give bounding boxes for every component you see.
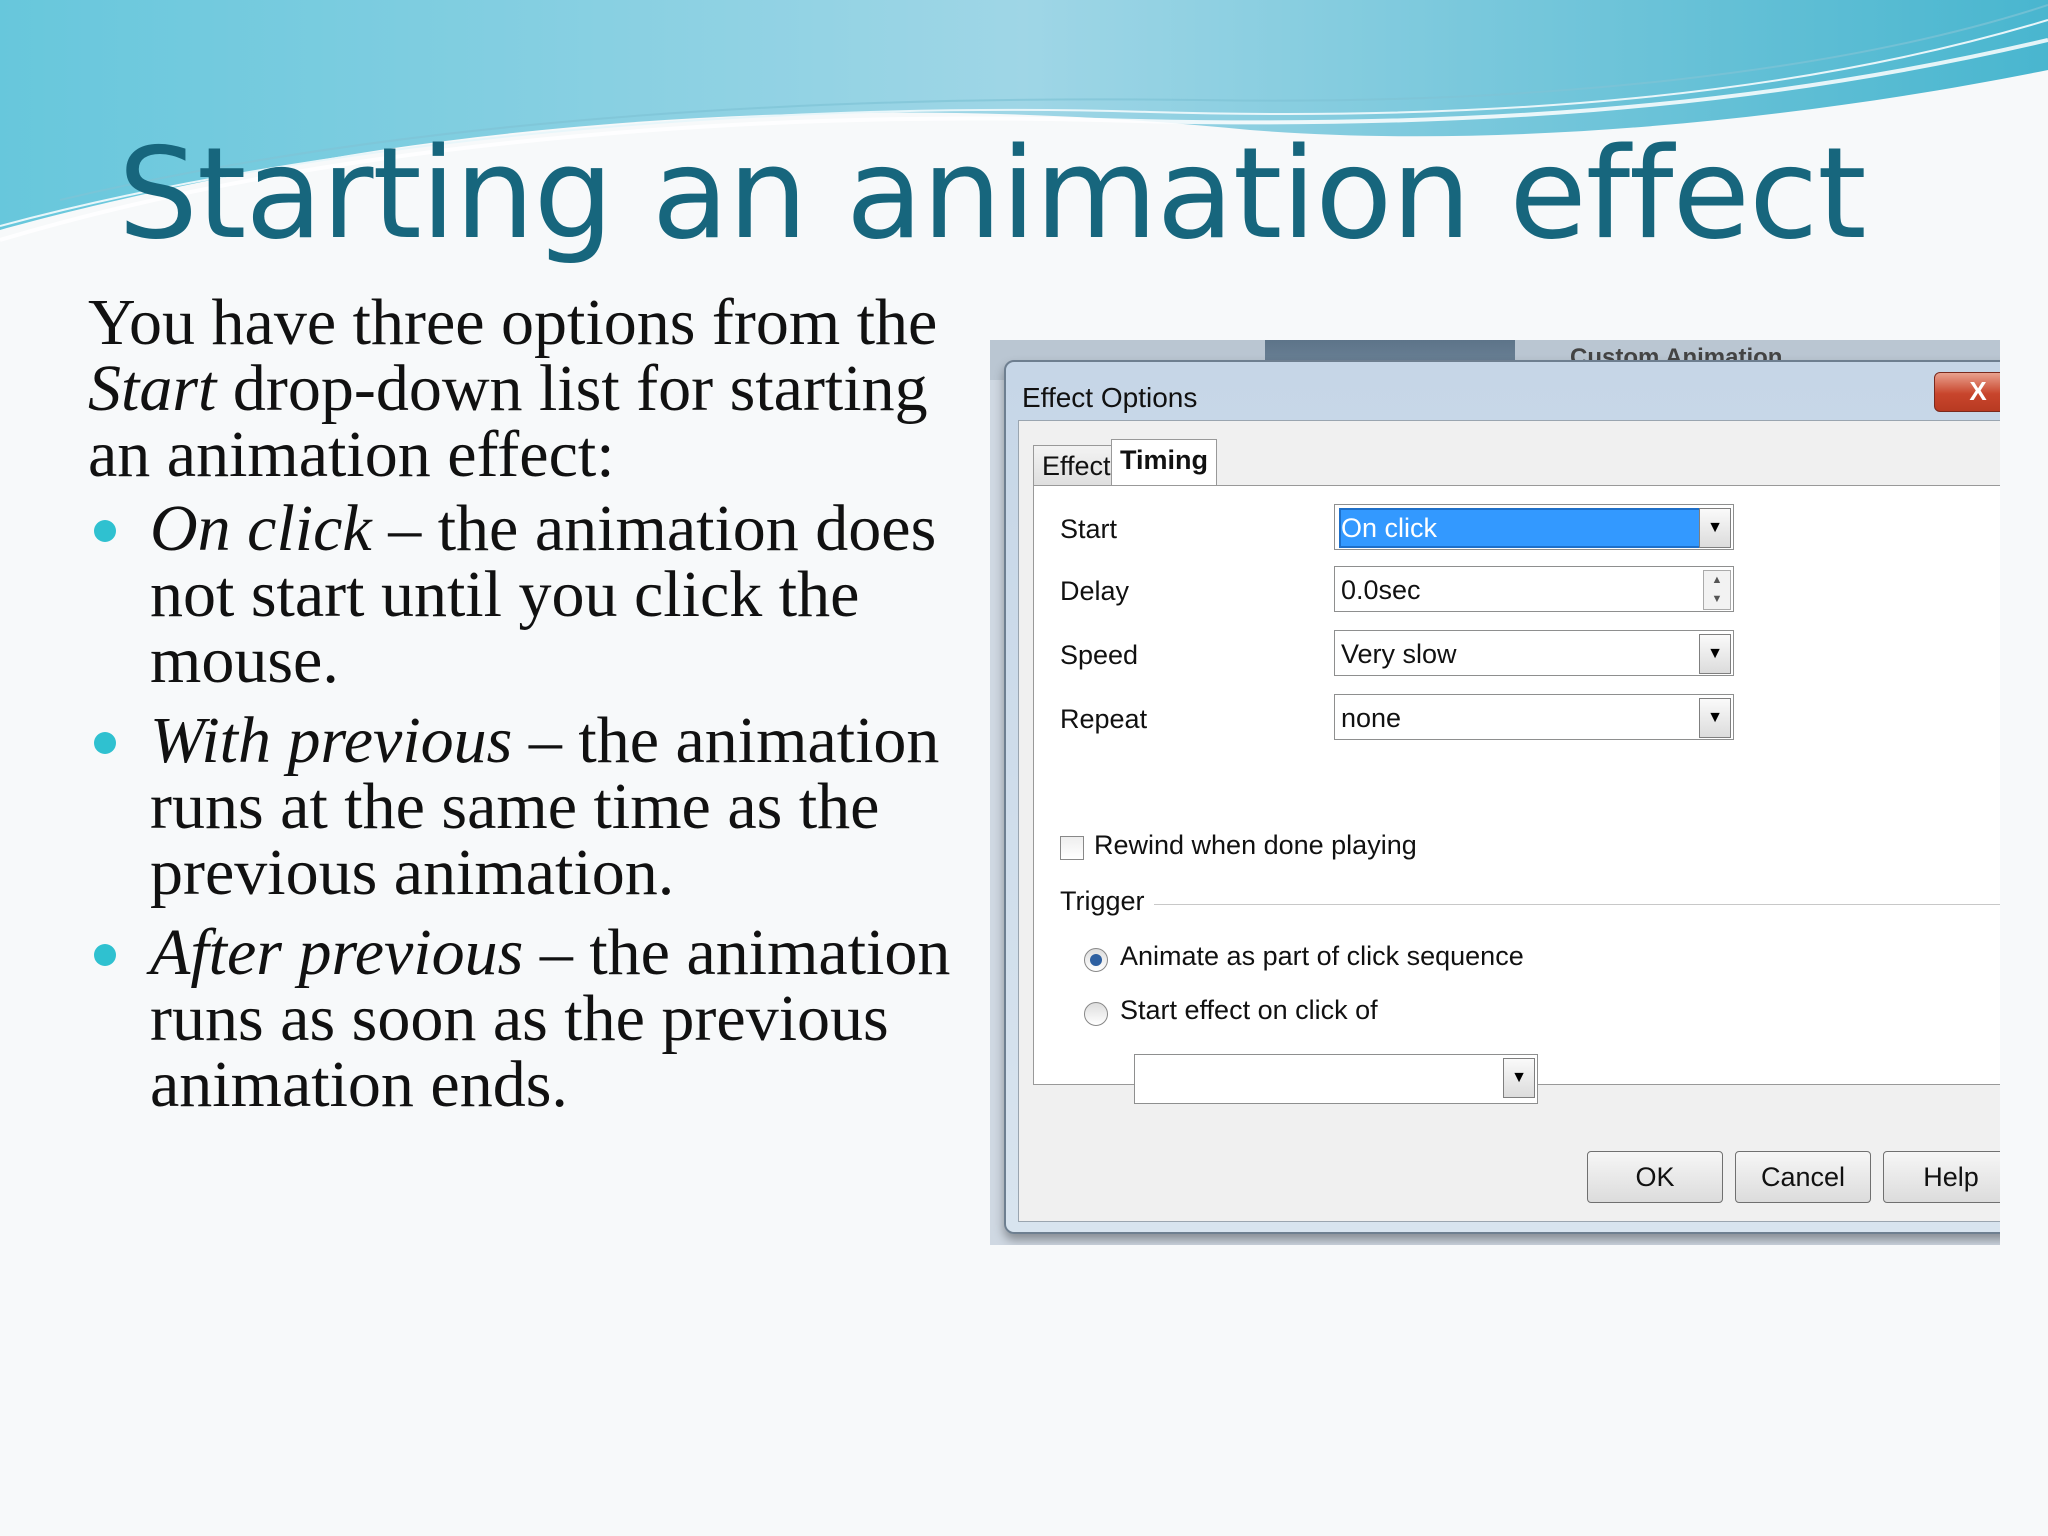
trigger-divider	[1154, 904, 2000, 905]
speed-label: Speed	[1060, 640, 1139, 670]
radio-start-label[interactable]: Start effect on click of	[1120, 995, 1378, 1026]
chevron-down-icon[interactable]: ▼	[1699, 508, 1731, 548]
delay-spinner[interactable]: 0.0sec ▲ ▼	[1334, 566, 1734, 612]
dialog-title: Effect Options	[1022, 382, 1198, 413]
bullet-dot	[94, 520, 116, 542]
list-item: With previous – the animation runs at th…	[88, 708, 968, 906]
start-label: Start	[1060, 514, 1118, 544]
timing-panel: Start On click ▼ Delay 0.0sec ▲ ▼ Speed V…	[1033, 485, 2000, 1104]
intro-paragraph: You have three options from the Start dr…	[88, 290, 968, 488]
chevron-down-icon[interactable]: ▼	[1503, 1058, 1535, 1098]
repeat-value: none	[1341, 703, 1402, 733]
effect-options-screenshot: Custom Animation Effect Options X Effect…	[990, 340, 2000, 1245]
bullet-dot	[94, 944, 116, 966]
start-dropdown[interactable]: On click ▼	[1334, 504, 1734, 550]
start-value: On click	[1341, 510, 1705, 546]
dialog-client-area: Effect Timing Start On click ▼ Delay 0.0…	[1018, 420, 2000, 1222]
speed-dropdown[interactable]: Very slow ▼	[1334, 630, 1734, 676]
option-term: After previous	[150, 916, 524, 989]
list-item: On click – the animation does not start …	[88, 496, 968, 694]
repeat-label: Repeat	[1060, 704, 1148, 734]
options-list: On click – the animation does not start …	[88, 496, 968, 1118]
tab-timing[interactable]: Timing	[1111, 439, 1218, 488]
tab-effect[interactable]: Effect	[1033, 445, 1120, 486]
radio-animate-label[interactable]: Animate as part of click sequence	[1120, 941, 1524, 972]
close-button[interactable]: X	[1934, 372, 2000, 412]
bullet-dot	[94, 732, 116, 754]
spin-arrows-icon[interactable]: ▲ ▼	[1703, 570, 1731, 610]
help-button[interactable]: Help	[1883, 1151, 2000, 1203]
rewind-label[interactable]: Rewind when done playing	[1094, 830, 1417, 861]
delay-value: 0.0sec	[1341, 575, 1421, 605]
delay-label: Delay	[1060, 576, 1130, 606]
list-item: After previous – the animation runs as s…	[88, 920, 968, 1118]
intro-text-start: You have three options from the	[88, 286, 938, 359]
speed-value: Very slow	[1341, 639, 1457, 669]
rewind-checkbox[interactable]	[1060, 836, 1084, 860]
slide-body: You have three options from the Start dr…	[88, 290, 968, 1132]
option-term: On click	[150, 492, 372, 565]
trigger-group-label: Trigger	[1060, 886, 1145, 916]
click-of-dropdown[interactable]: ▼	[1134, 1054, 1538, 1104]
radio-animate-click-sequence[interactable]	[1084, 948, 1108, 972]
repeat-dropdown[interactable]: none ▼	[1334, 694, 1734, 740]
radio-start-on-click-of[interactable]	[1084, 1002, 1108, 1026]
slide-title: Starting an animation effect	[118, 120, 1867, 267]
intro-start-term: Start	[88, 352, 217, 425]
chevron-down-icon[interactable]: ▼	[1699, 634, 1731, 674]
chevron-down-icon[interactable]: ▼	[1699, 698, 1731, 738]
cancel-button[interactable]: Cancel	[1735, 1151, 1871, 1203]
ok-button[interactable]: OK	[1587, 1151, 1723, 1203]
close-icon: X	[1969, 376, 1987, 406]
option-term: With previous	[150, 704, 513, 777]
effect-options-dialog: Effect Options X Effect Timing Start On …	[1004, 360, 2000, 1234]
